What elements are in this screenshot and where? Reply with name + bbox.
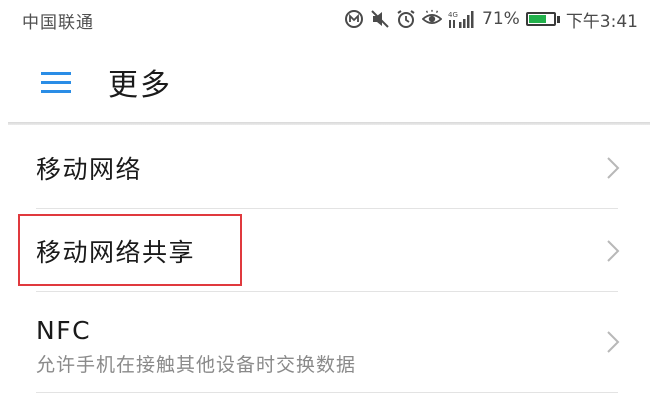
battery-percent: 71%	[482, 9, 520, 29]
list-item-mobile-network[interactable]: 移动网络	[0, 126, 650, 208]
list-item-nfc[interactable]: NFC 允许手机在接触其他设备时交换数据	[0, 292, 650, 392]
mute-icon	[370, 9, 390, 29]
status-bar: 中国联通 4G 71% 下午3:41	[0, 0, 650, 38]
row-divider	[36, 392, 618, 393]
header-divider	[8, 122, 650, 125]
page-title: 更多	[108, 68, 172, 103]
list-item-tethering[interactable]: 移动网络共享	[0, 209, 650, 291]
network-type-label: 4G	[448, 11, 458, 19]
list-item-title: NFC	[36, 316, 92, 345]
chevron-right-icon	[606, 156, 620, 180]
carrier-name: 中国联通	[22, 13, 94, 33]
chevron-right-icon	[606, 330, 620, 354]
chevron-right-icon	[606, 239, 620, 263]
nfc-icon	[344, 9, 364, 29]
battery-icon	[525, 12, 560, 26]
app-header: 更多	[0, 38, 650, 122]
list-item-title: 移动网络共享	[36, 238, 196, 267]
eye-icon	[422, 9, 443, 29]
hamburger-menu-icon[interactable]	[38, 68, 74, 98]
status-icons: 4G 71% 下午3:41	[344, 6, 638, 32]
list-item-subtitle: 允许手机在接触其他设备时交换数据	[36, 354, 357, 376]
list-item-title: 移动网络	[36, 155, 143, 184]
settings-more-screen: 中国联通 4G 71% 下午3:41 更多 移动网络 移动网络共享 NFC 允许…	[0, 0, 650, 410]
alarm-icon	[396, 9, 416, 29]
clock: 下午3:41	[565, 11, 638, 32]
signal-icon: 4G	[448, 9, 476, 29]
